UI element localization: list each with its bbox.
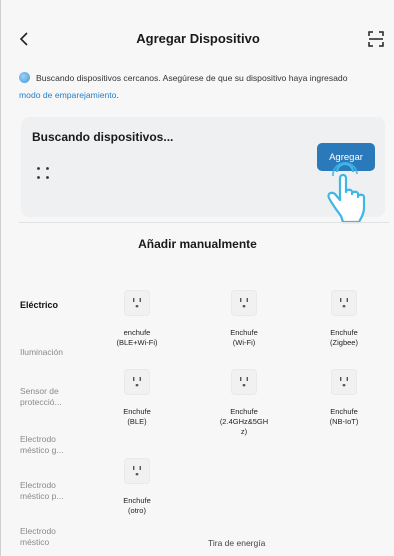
screen: Agregar Dispositivo Buscando dispositivo… bbox=[0, 0, 394, 556]
divider bbox=[19, 222, 389, 223]
info-text: Buscando dispositivos cercanos. Asegúres… bbox=[36, 73, 348, 83]
searching-indicator-icon bbox=[19, 72, 30, 83]
manual-add-title: Añadir manualmente bbox=[138, 237, 257, 251]
device-tile[interactable]: enchufe (BLE+Wi-Fi) bbox=[97, 290, 177, 348]
scan-qr-icon[interactable] bbox=[367, 30, 385, 48]
info-suffix: . bbox=[116, 90, 119, 100]
socket-icon bbox=[231, 290, 257, 316]
loading-spinner-icon bbox=[36, 166, 50, 180]
device-label: Enchufe (NB-IoT) bbox=[329, 407, 359, 426]
header: Agregar Dispositivo bbox=[1, 22, 394, 58]
device-label: Enchufe (Wi-Fi) bbox=[230, 328, 258, 347]
device-tile[interactable]: Enchufe (Zigbee) bbox=[304, 290, 384, 348]
device-label: Enchufe (BLE) bbox=[123, 407, 151, 426]
socket-icon bbox=[124, 290, 150, 316]
category-electrodomestico[interactable]: Electrodo méstico bbox=[20, 526, 100, 548]
socket-icon bbox=[124, 458, 150, 484]
device-tile[interactable]: Enchufe (Wi-Fi) bbox=[204, 290, 284, 348]
category-iluminacion[interactable]: Iluminación bbox=[20, 347, 100, 358]
search-info: Buscando dispositivos cercanos. Asegúres… bbox=[19, 70, 389, 104]
device-label: Enchufe (2.4GHz&5GH z) bbox=[219, 407, 269, 436]
tap-hand-icon bbox=[323, 162, 369, 228]
device-tile[interactable]: Enchufe (NB-IoT) bbox=[304, 369, 384, 427]
pairing-mode-link[interactable]: modo de emparejamiento bbox=[19, 90, 116, 100]
category-electrodomestico-g[interactable]: Electrodo méstico g... bbox=[20, 434, 100, 456]
socket-icon bbox=[124, 369, 150, 395]
device-tile[interactable]: Enchufe (otro) bbox=[97, 458, 177, 516]
device-tile[interactable]: Enchufe (2.4GHz&5GH z) bbox=[204, 369, 284, 437]
device-label: Enchufe (Zigbee) bbox=[330, 328, 358, 347]
socket-icon bbox=[331, 369, 357, 395]
device-tile[interactable]: Enchufe (BLE) bbox=[97, 369, 177, 427]
searching-title: Buscando dispositivos... bbox=[32, 130, 174, 144]
category-electrico[interactable]: Eléctrico bbox=[20, 300, 100, 311]
category-electrodomestico-p[interactable]: Electrodo méstico p... bbox=[20, 480, 100, 502]
device-label: enchufe (BLE+Wi-Fi) bbox=[116, 328, 158, 347]
device-label: Enchufe (otro) bbox=[123, 496, 151, 515]
socket-icon bbox=[331, 290, 357, 316]
page-title: Agregar Dispositivo bbox=[136, 31, 260, 46]
socket-icon bbox=[231, 369, 257, 395]
category-sensor[interactable]: Sensor de protecció... bbox=[20, 386, 100, 408]
power-strip-label[interactable]: Tira de energía bbox=[208, 538, 265, 548]
